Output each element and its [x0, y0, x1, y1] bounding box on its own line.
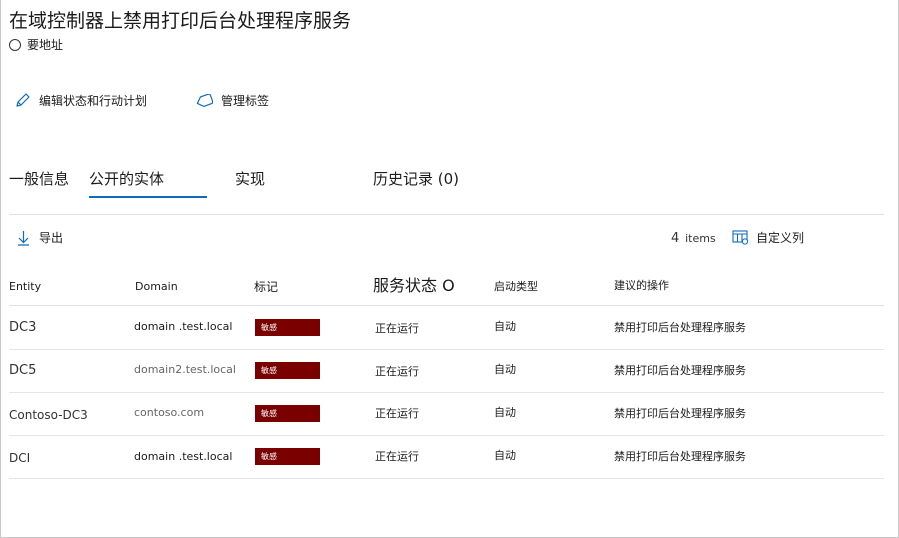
tag-icon — [196, 93, 214, 107]
manage-tags-label: 管理标签 — [221, 94, 270, 108]
pencil-icon — [16, 93, 30, 107]
tab-history[interactable]: 历史记录 (0) — [373, 168, 459, 189]
manage-tags-button[interactable]: 管理标签 — [195, 92, 269, 109]
table-header: Entity Domain 标记 服务状态 O 启动类型 建议的操作 — [9, 270, 884, 306]
startup-cell: 自动 — [494, 363, 516, 376]
action-cell: 禁用打印后台处理程序服务 — [614, 364, 746, 377]
table-row[interactable]: DC5 domain2.test.local 敏感 正在运行 自动 禁用打印后台… — [9, 350, 884, 393]
active-tab-indicator — [89, 196, 207, 198]
sensitive-tag: 敏感 — [255, 319, 320, 336]
edit-status-label: 编辑状态和行动计划 — [39, 94, 148, 108]
action-cell: 禁用打印后台处理程序服务 — [614, 407, 746, 420]
domain-cell: contoso.com — [134, 406, 205, 419]
table-row[interactable]: DCI domain .test.local 敏感 正在运行 自动 禁用打印后台… — [9, 436, 884, 479]
sensitive-tag: 敏感 — [255, 448, 320, 465]
action-bar: 编辑状态和行动计划 管理标签 — [14, 92, 269, 109]
domain-cell: domain .test.local — [134, 320, 233, 333]
entity-cell[interactable]: Contoso-DC3 — [9, 408, 88, 422]
download-arrow-icon — [18, 230, 29, 246]
export-button[interactable]: 导出 — [17, 229, 63, 246]
column-header-tags[interactable]: 标记 — [254, 278, 278, 295]
customize-columns-label: 自定义列 — [756, 231, 805, 245]
page-title: 在域控制器上禁用打印后台处理程序服务 — [9, 10, 352, 32]
startup-cell: 自动 — [494, 406, 516, 419]
column-header-domain[interactable]: Domain — [135, 280, 178, 293]
table-row[interactable]: DC3 domain .test.local 敏感 正在运行 自动 禁用打印后台… — [9, 307, 884, 350]
column-header-recommended-action[interactable]: 建议的操作 — [614, 277, 669, 293]
startup-cell: 自动 — [494, 449, 516, 462]
sensitive-tag: 敏感 — [255, 405, 320, 422]
severity-label: 要地址 — [27, 38, 64, 52]
item-count-number: 4 — [671, 231, 680, 246]
tab-implementation[interactable]: 实现 — [235, 168, 265, 189]
domain-cell: domain2.test.local — [134, 363, 236, 376]
columns-icon — [732, 230, 749, 245]
status-cell: 正在运行 — [375, 407, 419, 420]
item-count: 4 items — [671, 231, 716, 246]
item-count-word: items — [685, 232, 716, 245]
severity-indicator: 要地址 — [9, 36, 63, 53]
status-cell: 正在运行 — [375, 365, 419, 378]
tab-general-info[interactable]: 一般信息 — [9, 168, 69, 189]
tab-bar: 一般信息 公开的实体 实现 历史记录 (0) — [9, 164, 889, 200]
sensitive-tag: 敏感 — [255, 362, 320, 379]
tab-divider — [9, 214, 884, 215]
startup-cell: 自动 — [494, 320, 516, 333]
entity-cell[interactable]: DC5 — [9, 363, 36, 378]
edit-status-button[interactable]: 编辑状态和行动计划 — [14, 92, 147, 109]
action-cell: 禁用打印后台处理程序服务 — [614, 450, 746, 463]
export-label: 导出 — [39, 231, 64, 245]
status-cell: 正在运行 — [375, 322, 419, 335]
radio-circle-icon — [9, 38, 21, 51]
action-cell: 禁用打印后台处理程序服务 — [614, 321, 746, 334]
column-header-entity[interactable]: Entity — [9, 280, 41, 293]
domain-cell: domain .test.local — [134, 450, 233, 463]
entity-cell[interactable]: DCI — [9, 451, 30, 465]
column-header-startup-type[interactable]: 启动类型 — [494, 278, 538, 294]
entity-cell[interactable]: DC3 — [9, 320, 36, 335]
customize-columns-button[interactable]: 自定义列 — [732, 229, 804, 246]
status-cell: 正在运行 — [375, 450, 419, 463]
tab-exposed-entities[interactable]: 公开的实体 — [89, 168, 164, 189]
table-row[interactable]: Contoso-DC3 contoso.com 敏感 正在运行 自动 禁用打印后… — [9, 393, 884, 436]
column-header-service-status[interactable]: 服务状态 O — [373, 272, 455, 296]
